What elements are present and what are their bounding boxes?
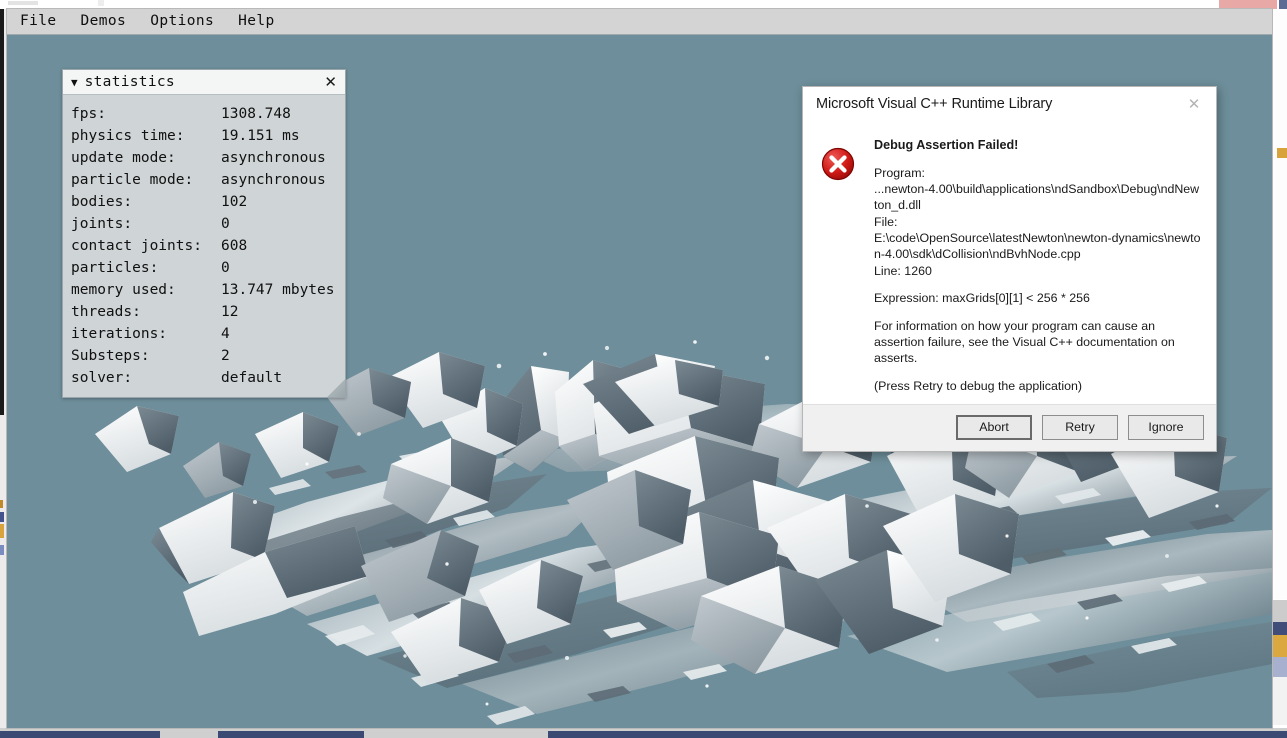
stat-row-contact-joints: contact joints: 608 [71, 235, 339, 257]
stat-value: 1308.748 [221, 103, 339, 125]
hint-text: (Press Retry to debug the application) [874, 378, 1202, 394]
stat-label: fps: [71, 103, 221, 125]
error-icon [821, 137, 869, 394]
stat-value: 4 [221, 323, 339, 345]
collapse-triangle-icon[interactable]: ▼ [71, 77, 78, 88]
info-text: For information on how your program can … [874, 318, 1202, 367]
stat-value: default [221, 367, 339, 389]
background-chip-left-d [0, 545, 4, 555]
stat-row-physics-time: physics time: 19.151 ms [71, 125, 339, 147]
taskbar-item-2[interactable] [218, 731, 364, 738]
stat-label: joints: [71, 213, 221, 235]
stat-label: physics time: [71, 125, 221, 147]
stat-value: asynchronous [221, 169, 339, 191]
stat-value: 0 [221, 257, 339, 279]
background-window-icon [8, 1, 38, 5]
statistics-panel[interactable]: ▼ statistics ✕ fps: 1308.748 physics tim… [62, 69, 346, 398]
statistics-titlebar[interactable]: ▼ statistics ✕ [63, 70, 345, 95]
dialog-titlebar[interactable]: Microsoft Visual C++ Runtime Library ✕ [803, 87, 1216, 121]
expression-text: Expression: maxGrids[0][1] < 256 * 256 [874, 290, 1202, 306]
background-chip-right-a [1277, 148, 1287, 158]
program-path: ...newton-4.00\build\applications\ndSand… [874, 181, 1202, 214]
program-label: Program: [874, 165, 1202, 181]
menu-file[interactable]: File [9, 10, 68, 33]
stat-value: 2 [221, 345, 339, 367]
stat-row-substeps: Substeps: 2 [71, 345, 339, 367]
stat-row-fps: fps: 1308.748 [71, 103, 339, 125]
stat-row-joints: joints: 0 [71, 213, 339, 235]
stat-label: threads: [71, 301, 221, 323]
stat-value: 12 [221, 301, 339, 323]
close-icon[interactable]: ✕ [322, 75, 339, 90]
background-chip-left-a [0, 500, 3, 508]
retry-button[interactable]: Retry [1042, 415, 1118, 440]
background-window-close-button[interactable] [1219, 0, 1277, 9]
taskbar-item-3[interactable] [548, 731, 1287, 738]
stat-label: particles: [71, 257, 221, 279]
stat-label: Substeps: [71, 345, 221, 367]
menubar: File Demos Options Help [7, 9, 1272, 35]
stat-label: iterations: [71, 323, 221, 345]
stat-row-iterations: iterations: 4 [71, 323, 339, 345]
stat-row-solver: solver: default [71, 367, 339, 389]
dialog-message: Debug Assertion Failed! Program: ...newt… [869, 137, 1202, 394]
file-path: E:\code\OpenSource\latestNewton\newton-d… [874, 230, 1202, 263]
stat-row-memory-used: memory used: 13.747 mbytes [71, 279, 339, 301]
stat-row-particle-mode: particle mode: asynchronous [71, 169, 339, 191]
stat-value: 608 [221, 235, 339, 257]
stat-label: bodies: [71, 191, 221, 213]
menu-options[interactable]: Options [139, 10, 225, 33]
stat-row-update-mode: update mode: asynchronous [71, 147, 339, 169]
msvc-runtime-dialog: Microsoft Visual C++ Runtime Library ✕ D… [802, 86, 1217, 452]
stat-row-bodies: bodies: 102 [71, 191, 339, 213]
background-window-text-fragment [98, 0, 104, 6]
dialog-body: Debug Assertion Failed! Program: ...newt… [803, 121, 1216, 404]
stat-value: 19.151 ms [221, 125, 339, 147]
stat-value: 13.747 mbytes [221, 279, 339, 301]
dialog-title: Microsoft Visual C++ Runtime Library [816, 96, 1172, 112]
menu-help[interactable]: Help [227, 10, 286, 33]
resize-grip[interactable] [327, 379, 345, 397]
background-chip-left-c [0, 524, 4, 538]
file-label: File: [874, 214, 1202, 230]
stat-row-particles: particles: 0 [71, 257, 339, 279]
stat-value: asynchronous [221, 147, 339, 169]
dialog-heading: Debug Assertion Failed! [874, 137, 1202, 154]
statistics-title: statistics [85, 74, 323, 90]
stat-label: solver: [71, 367, 221, 389]
menu-demos[interactable]: Demos [70, 10, 138, 33]
stat-label: contact joints: [71, 235, 221, 257]
stat-label: memory used: [71, 279, 221, 301]
close-icon[interactable]: ✕ [1172, 89, 1216, 119]
ignore-button[interactable]: Ignore [1128, 415, 1204, 440]
stat-value: 102 [221, 191, 339, 213]
statistics-body: fps: 1308.748 physics time: 19.151 ms up… [63, 95, 345, 397]
taskbar-item-1[interactable] [0, 731, 160, 738]
stat-label: particle mode: [71, 169, 221, 191]
taskbar[interactable] [0, 728, 1287, 738]
abort-button[interactable]: Abort [956, 415, 1032, 440]
line-label: Line: 1260 [874, 263, 1202, 279]
background-chip-left-dark [0, 9, 4, 415]
background-chip-left-b [0, 512, 4, 522]
dialog-footer: Abort Retry Ignore [803, 404, 1216, 451]
stat-value: 0 [221, 213, 339, 235]
stat-row-threads: threads: 12 [71, 301, 339, 323]
stat-label: update mode: [71, 147, 221, 169]
